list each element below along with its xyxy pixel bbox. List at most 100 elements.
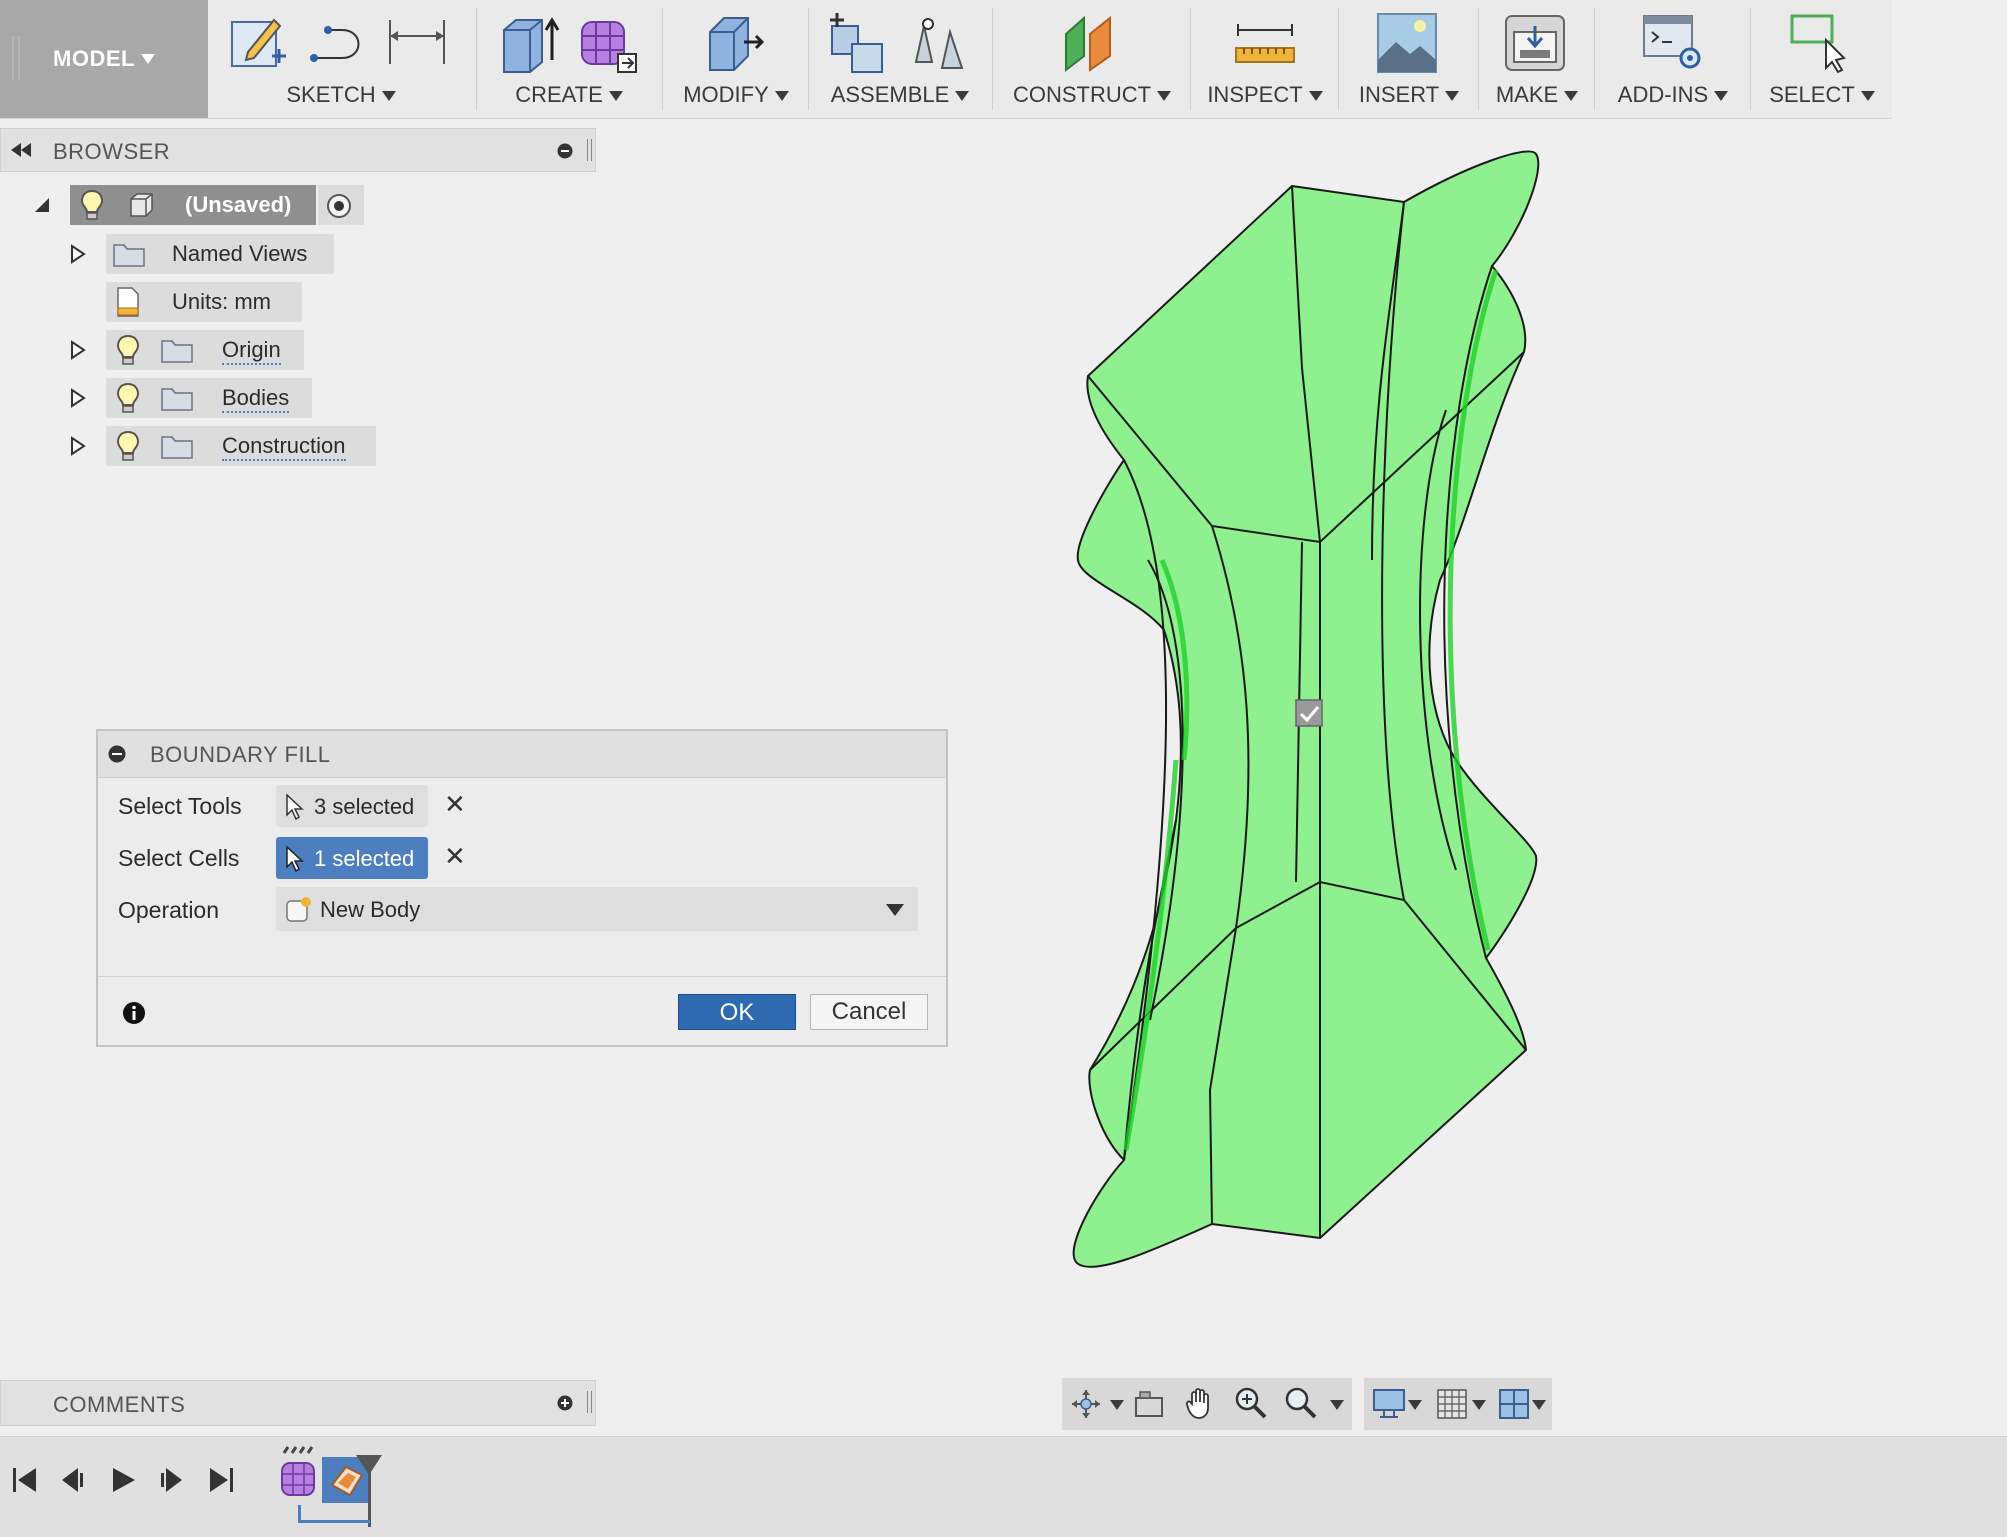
orbit-icon[interactable] bbox=[1070, 1388, 1102, 1420]
expand-triangle-icon[interactable] bbox=[70, 388, 86, 408]
collapse-panel-icon[interactable] bbox=[9, 143, 33, 157]
ok-button[interactable]: OK bbox=[678, 994, 796, 1030]
cursor-icon bbox=[286, 793, 304, 821]
operation-select[interactable]: New Body bbox=[276, 887, 918, 931]
chevron-down-icon[interactable] bbox=[1472, 1400, 1486, 1410]
chevron-down-icon bbox=[381, 91, 396, 102]
joint-icon[interactable] bbox=[908, 12, 970, 74]
window-select-icon[interactable] bbox=[1790, 12, 1852, 74]
modify-menu[interactable]: MODIFY bbox=[664, 82, 808, 108]
chevron-down-icon bbox=[1157, 91, 1172, 102]
browser-panel-header[interactable]: BROWSER bbox=[0, 128, 596, 172]
offset-plane-icon[interactable] bbox=[1060, 12, 1122, 74]
comments-panel-header[interactable]: COMMENTS bbox=[0, 1380, 596, 1426]
dialog-header[interactable]: BOUNDARY FILL bbox=[98, 731, 946, 778]
visibility-bulb-icon[interactable] bbox=[80, 189, 104, 221]
inspect-menu[interactable]: INSPECT bbox=[1192, 82, 1338, 108]
modify-label: MODIFY bbox=[683, 82, 769, 107]
select-label: SELECT bbox=[1769, 82, 1855, 107]
select-tools-button[interactable]: 3 selected bbox=[276, 785, 428, 827]
chevron-down-icon[interactable] bbox=[1532, 1400, 1546, 1410]
divider bbox=[1190, 8, 1191, 110]
sketch-label: SKETCH bbox=[286, 82, 376, 107]
insert-menu[interactable]: INSERT bbox=[1340, 82, 1478, 108]
toolbar-grip[interactable] bbox=[12, 36, 20, 80]
pan-hand-icon[interactable] bbox=[1184, 1386, 1216, 1420]
dimension-icon[interactable] bbox=[386, 12, 448, 74]
panel-grip[interactable] bbox=[587, 139, 592, 161]
spline-icon[interactable] bbox=[306, 12, 368, 74]
expand-triangle-icon[interactable] bbox=[70, 244, 86, 264]
chevron-down-icon bbox=[1860, 91, 1875, 102]
select-tools-label: Select Tools bbox=[118, 793, 242, 819]
add-ins-menu[interactable]: ADD-INS bbox=[1596, 82, 1750, 108]
step-forward-icon[interactable] bbox=[156, 1465, 186, 1495]
visibility-bulb-icon[interactable] bbox=[116, 334, 140, 366]
look-at-icon[interactable] bbox=[1134, 1390, 1164, 1418]
make-label: MAKE bbox=[1495, 82, 1559, 107]
minimize-icon[interactable] bbox=[557, 143, 573, 159]
minimize-icon[interactable] bbox=[108, 745, 126, 763]
go-to-end-icon[interactable] bbox=[206, 1465, 236, 1495]
new-component-icon[interactable] bbox=[826, 12, 888, 74]
play-icon[interactable] bbox=[108, 1465, 138, 1495]
create-menu[interactable]: CREATE bbox=[478, 82, 660, 108]
display-settings-icon[interactable] bbox=[1372, 1388, 1406, 1420]
add-comment-icon[interactable] bbox=[557, 1395, 573, 1411]
press-pull-icon[interactable] bbox=[704, 12, 766, 74]
workspace-switcher[interactable]: MODEL bbox=[0, 0, 208, 118]
measure-icon[interactable] bbox=[1234, 12, 1296, 74]
divider bbox=[992, 8, 993, 110]
workspace-label: MODEL bbox=[53, 46, 135, 71]
panel-grip[interactable] bbox=[587, 1391, 592, 1413]
inspect-group: INSPECT bbox=[1192, 0, 1338, 118]
zoom-icon[interactable] bbox=[1234, 1386, 1268, 1420]
extrude-icon[interactable] bbox=[498, 12, 560, 74]
chevron-down-icon[interactable] bbox=[1408, 1400, 1422, 1410]
chevron-down-icon[interactable] bbox=[1110, 1400, 1124, 1410]
3d-print-icon[interactable] bbox=[1504, 12, 1566, 74]
grid-settings-icon[interactable] bbox=[1436, 1388, 1468, 1420]
boundary-fill-body-preview[interactable] bbox=[1060, 140, 1570, 1280]
assemble-group: ASSEMBLE bbox=[810, 0, 990, 118]
insert-image-icon[interactable] bbox=[1376, 12, 1438, 74]
new-body-icon bbox=[286, 897, 311, 922]
timeline-bar bbox=[0, 1436, 2007, 1537]
divider bbox=[1478, 8, 1479, 110]
make-group: MAKE bbox=[1480, 0, 1594, 118]
info-icon[interactable] bbox=[122, 1001, 146, 1025]
chevron-down-icon bbox=[1564, 91, 1579, 102]
make-menu[interactable]: MAKE bbox=[1480, 82, 1594, 108]
form-icon[interactable] bbox=[578, 12, 640, 74]
clear-tools-icon[interactable]: ✕ bbox=[444, 789, 466, 820]
modify-group: MODIFY bbox=[664, 0, 808, 118]
document-settings-icon bbox=[117, 287, 139, 317]
fit-icon[interactable] bbox=[1284, 1386, 1318, 1420]
select-menu[interactable]: SELECT bbox=[1752, 82, 1892, 108]
cancel-button[interactable]: Cancel bbox=[810, 994, 928, 1030]
visibility-bulb-icon[interactable] bbox=[116, 430, 140, 462]
component-icon bbox=[130, 193, 153, 217]
assemble-menu[interactable]: ASSEMBLE bbox=[810, 82, 990, 108]
scripts-addins-icon[interactable] bbox=[1642, 12, 1704, 74]
expand-triangle-icon[interactable] bbox=[70, 340, 86, 360]
expanded-triangle-icon[interactable] bbox=[34, 197, 50, 213]
chevron-down-icon bbox=[955, 91, 970, 102]
chevron-down-icon[interactable] bbox=[1330, 1400, 1344, 1410]
expand-triangle-icon[interactable] bbox=[70, 436, 86, 456]
clear-cells-icon[interactable]: ✕ bbox=[444, 841, 466, 872]
insert-label: INSERT bbox=[1358, 82, 1440, 107]
go-to-start-icon[interactable] bbox=[10, 1465, 40, 1495]
step-back-icon[interactable] bbox=[58, 1465, 88, 1495]
construct-menu[interactable]: CONSTRUCT bbox=[994, 82, 1190, 108]
viewports-icon[interactable] bbox=[1498, 1388, 1530, 1420]
form-feature-icon[interactable] bbox=[278, 1445, 318, 1501]
divider bbox=[1338, 8, 1339, 110]
visibility-bulb-icon[interactable] bbox=[116, 382, 140, 414]
create-sketch-icon[interactable] bbox=[228, 12, 290, 74]
select-cells-button[interactable]: 1 selected bbox=[276, 837, 428, 879]
radio-active-icon[interactable] bbox=[326, 193, 352, 219]
cursor-icon bbox=[286, 845, 304, 873]
display-settings-bar bbox=[1364, 1378, 1552, 1430]
sketch-menu[interactable]: SKETCH bbox=[210, 82, 472, 108]
